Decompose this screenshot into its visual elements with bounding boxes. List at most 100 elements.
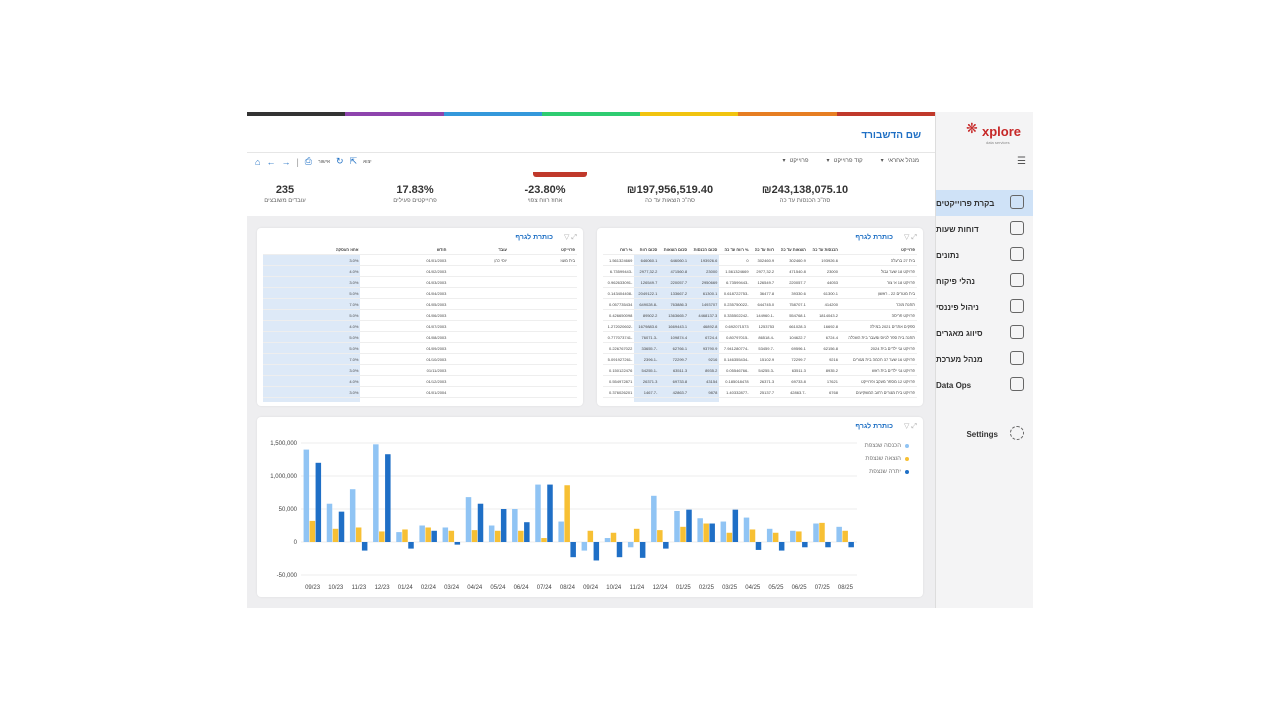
- column-header[interactable]: רווח עד כה: [750, 244, 777, 255]
- table-row[interactable]: בית מעוז יוסי כהן 01/01/2003 3.0%: [263, 254, 577, 266]
- bar-0: [836, 526, 842, 542]
- table-row[interactable]: 01/06/2003 5.0%: [263, 309, 577, 321]
- column-header[interactable]: סכום הכנסות: [689, 244, 720, 255]
- table-row[interactable]: תחנה בית ספר לגיוס ומעבר בית השכלה 6724.4…: [603, 331, 917, 343]
- table-row[interactable]: פרויקט 18 בתי ספר רוסופניה176207.833565.…: [603, 397, 917, 402]
- table-row[interactable]: ספקים אתרים 2021 במילה 16692.8 661028.3 125…: [603, 320, 917, 332]
- column-header[interactable]: % רווח: [603, 244, 635, 255]
- bar-2: [709, 523, 715, 542]
- legend-entry: יתרה שנצפת: [865, 469, 909, 475]
- table-row[interactable]: 01/11/2003 3.0%: [263, 364, 577, 376]
- column-header[interactable]: עובד: [448, 244, 509, 255]
- x-tick-label: 11/24: [630, 585, 645, 591]
- column-header[interactable]: פרוייקט: [508, 244, 577, 255]
- table-row[interactable]: פרויקט 18 שער גבול 23000 471540.8 2977,32.2…: [603, 265, 917, 277]
- bar-2: [755, 542, 762, 550]
- column-header[interactable]: הוצאות עד כה: [776, 244, 808, 255]
- table-cell: [508, 331, 577, 343]
- column-header[interactable]: פרוייקט: [839, 244, 917, 255]
- magnifier-icon: [1010, 247, 1024, 261]
- table-row[interactable]: בית 27 ברעלה 193926.6 302460.9 302460.9 0 193…: [603, 254, 917, 266]
- sidebar-item-3[interactable]: נהלי פיקוח: [936, 268, 1033, 294]
- filter-dropdown-0[interactable]: מנהל אחראי▾: [881, 157, 919, 164]
- sidebar-item-0[interactable]: בקרת פרוייקטים: [936, 190, 1033, 216]
- table-row[interactable]: 01/04/2003 5.0%: [263, 287, 577, 299]
- table-cell: 1253753: [750, 320, 777, 332]
- back-icon[interactable]: ←: [266, 157, 275, 167]
- settings-item[interactable]: Settings: [936, 422, 1033, 446]
- sidebar-item-7[interactable]: Data Ops: [936, 372, 1033, 398]
- sidebar-item-4[interactable]: ניהול פיננסי: [936, 294, 1033, 320]
- table-row[interactable]: פרויקט 12 מספר מעקב ופרוייקט 17621 69733.8…: [603, 375, 917, 387]
- table-row[interactable]: פרויקט גני ילדים בית 2024 62156.8 69596.1-…: [603, 342, 917, 354]
- shield-icon: [1010, 325, 1024, 339]
- filter-dropdown-2[interactable]: פרוייקט▾: [783, 157, 809, 164]
- table-row[interactable]: 01/01/2004 3.0%: [263, 386, 577, 398]
- table-cell: [448, 320, 509, 332]
- table-row[interactable]: 01/02/20043.0%: [263, 397, 577, 402]
- table-row[interactable]: 01/10/2003 7.0%: [263, 353, 577, 365]
- table-row[interactable]: פרויקט 18 א' צור 44053 220057.7 126549.7 -6.…: [603, 276, 917, 288]
- table-cell: -0.235750022: [719, 298, 751, 310]
- table-row[interactable]: פרויקט פריסה 1814043.2 554768.1 -144960.1 -0…: [603, 309, 917, 321]
- table-row[interactable]: פרויקט 16 שער 37 חכמה בית מגורים 9216 7229…: [603, 353, 917, 365]
- table-cell: 01/02/2004: [360, 397, 449, 402]
- filter-icon[interactable]: ▽: [904, 423, 909, 430]
- employees-table-card: ▽ ⤢ כותרת לגרף פרוייקט עובד חודש אחוז העסקה…: [257, 228, 583, 406]
- bar-1: [610, 532, 617, 542]
- legend-swatch: [905, 457, 909, 461]
- table-row[interactable]: 01/12/2003 4.0%: [263, 375, 577, 387]
- table-row[interactable]: בית מגורים 22 - ראשון 61300.1 39330.6 36477…: [603, 287, 917, 299]
- table-row[interactable]: 01/09/2003 5.0%: [263, 342, 577, 354]
- table-cell: פרויקט 18 שער גבול: [839, 265, 917, 277]
- table-cell: 1.561324669: [719, 265, 751, 277]
- table-row[interactable]: 01/05/2003 7.0%: [263, 298, 577, 310]
- refresh-icon[interactable]: ↻: [336, 156, 344, 167]
- bar-2: [570, 542, 576, 558]
- filter-dropdown-1[interactable]: קוד פרוייקט▾: [827, 157, 863, 164]
- forward-icon[interactable]: →: [281, 157, 290, 167]
- table-row[interactable]: 01/02/2003 4.0%: [263, 265, 577, 277]
- table-cell: 89502.2: [634, 309, 660, 321]
- table-row[interactable]: פרויקט בית מגורים רחוב המשקיעים 6768 -4286…: [603, 386, 917, 398]
- expand-icon[interactable]: ⤢: [911, 234, 917, 241]
- filter-icon[interactable]: ▽: [904, 234, 909, 241]
- table-row[interactable]: פרויקט גני ילדים בית ראש 8935.2 63511.3 -54…: [603, 364, 917, 376]
- table-row[interactable]: 01/08/2003 5.0%: [263, 331, 577, 343]
- bar-0: [326, 503, 333, 542]
- table-cell: 2049122.1: [634, 287, 660, 299]
- expand-icon[interactable]: ⤢: [571, 234, 577, 241]
- table-row[interactable]: תחנת מוכר 414200 758707.1 644745.0 -0.235750…: [603, 298, 917, 310]
- table-cell: -42863.7: [776, 386, 808, 398]
- table-cell: [508, 287, 577, 299]
- column-header[interactable]: אחוז העסקה: [263, 244, 361, 255]
- column-header[interactable]: % רווח עד כה: [719, 244, 751, 255]
- filter-icon[interactable]: ▽: [564, 234, 569, 241]
- sidebar-item-5[interactable]: סיווג מאגרים: [936, 320, 1033, 346]
- x-tick-label: 06/25: [792, 585, 808, 591]
- table-cell: 43154: [689, 375, 720, 387]
- export-icon[interactable]: ⇱: [350, 156, 358, 167]
- column-header[interactable]: סכום הוצאות: [659, 244, 690, 255]
- card-actions: ▽ ⤢: [904, 422, 917, 431]
- table-cell: [448, 364, 509, 376]
- sidebar-item-1[interactable]: דוחות שעות: [936, 216, 1033, 242]
- save-button[interactable]: אישור: [318, 159, 330, 165]
- table-cell: 126549.7: [634, 276, 660, 288]
- table-row[interactable]: 01/03/2003 3.0%: [263, 276, 577, 288]
- table-cell: פרויקט גני ילדים בית 2024: [839, 342, 917, 354]
- table-row[interactable]: 01/07/2003 4.0%: [263, 320, 577, 332]
- print-icon[interactable]: ⎙: [305, 156, 312, 167]
- table-cell: 0.057735434: [603, 298, 635, 310]
- column-header[interactable]: חודש: [360, 244, 449, 255]
- export-button[interactable]: יצוא: [363, 159, 371, 165]
- expand-icon[interactable]: ⤢: [911, 423, 917, 430]
- menu-icon[interactable]: ☰: [1017, 156, 1026, 167]
- column-header[interactable]: סכום רווח: [634, 244, 660, 255]
- sidebar-item-6[interactable]: מנהל מערכת: [936, 346, 1033, 372]
- home-icon[interactable]: ⌂: [255, 157, 260, 167]
- legend-entry: הכנסה שנצפת: [865, 443, 909, 449]
- column-header[interactable]: הכנסות עד כה: [807, 244, 840, 255]
- sidebar-item-2[interactable]: נתונים: [936, 242, 1033, 268]
- table-cell: 5.0%: [263, 342, 361, 354]
